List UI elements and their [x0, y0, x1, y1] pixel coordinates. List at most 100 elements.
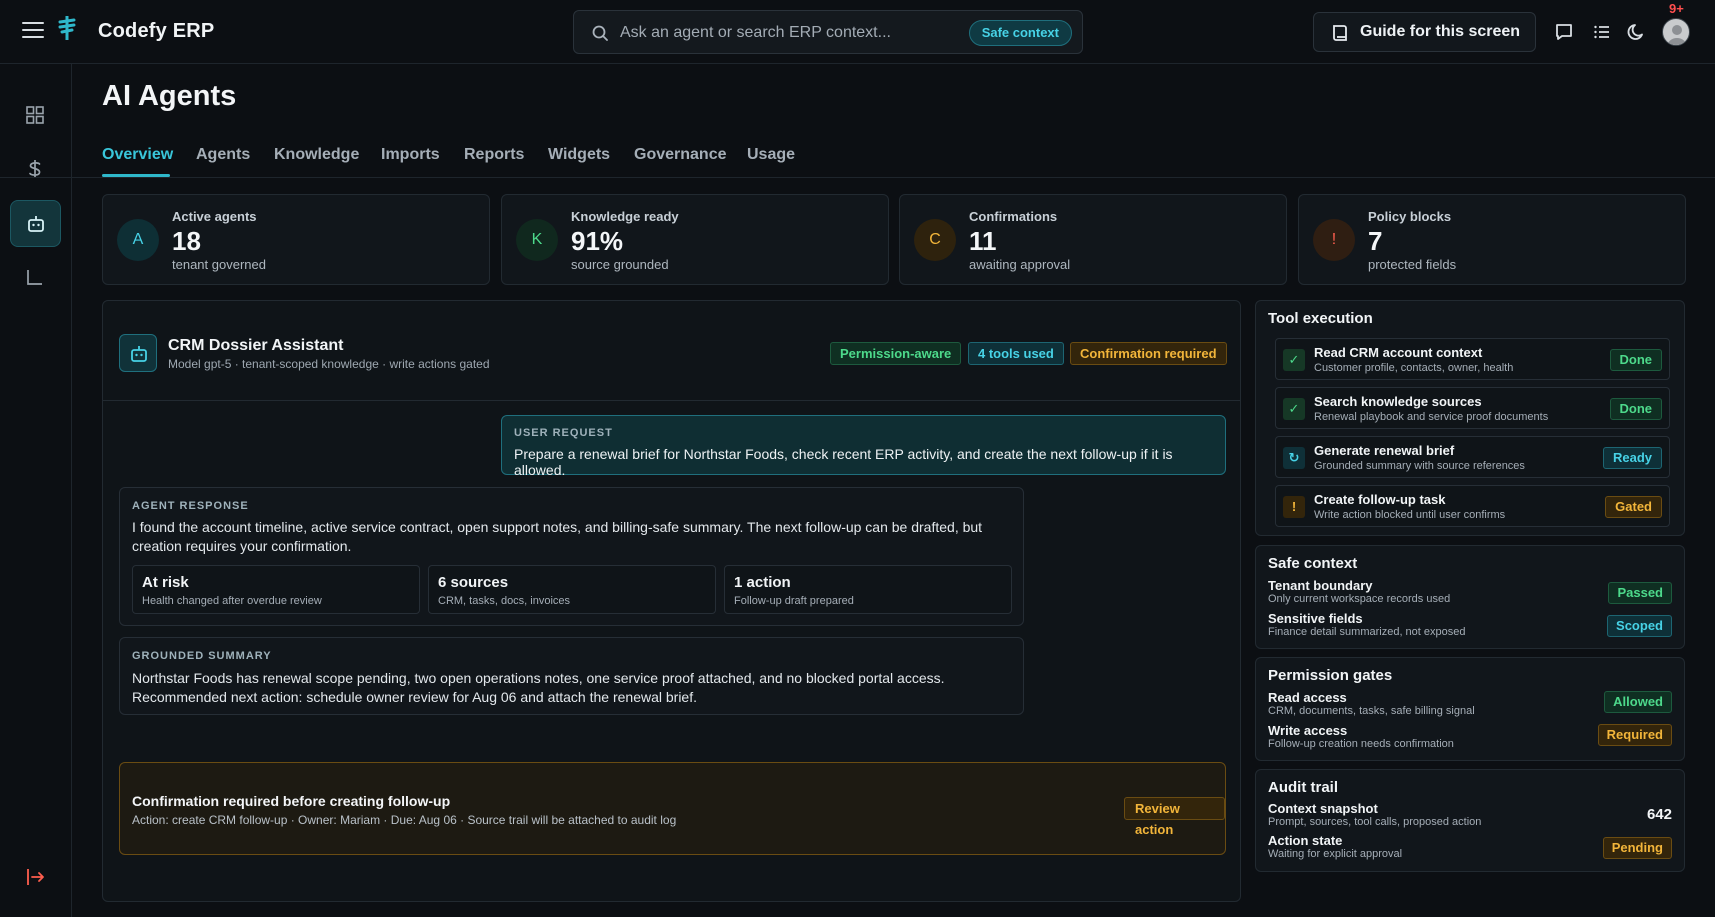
logo-icon [58, 16, 76, 40]
permission-aware-badge: Permission-aware [830, 342, 962, 365]
tool-sub: Write action blocked until user confirms [1314, 509, 1506, 521]
confirmation-required-badge: Confirmation required [1070, 342, 1227, 365]
metric-sub: CRM, tasks, docs, invoices [438, 595, 571, 607]
chart-axis-icon [27, 270, 42, 285]
assistant-subtitle: Model gpt-5 · tenant-scoped knowledge · … [168, 357, 490, 371]
grounded-summary-text: Northstar Foods has renewal scope pendin… [132, 670, 945, 705]
stat-label: Knowledge ready [571, 209, 679, 224]
tab-knowledge[interactable]: Knowledge [274, 146, 359, 164]
tab-usage[interactable]: Usage [747, 146, 795, 164]
logout-icon [27, 869, 44, 885]
assistant-header: CRM Dossier Assistant Model gpt-5 · tena… [103, 301, 1240, 401]
stat-sub: awaiting approval [969, 257, 1071, 272]
allowed-badge: Allowed [1604, 691, 1672, 713]
tool-item[interactable]: ! Create follow-up task Write action blo… [1275, 485, 1670, 527]
user-request-text: Prepare a renewal brief for Northstar Fo… [514, 446, 1173, 478]
tool-status-badge: Done [1609, 349, 1662, 371]
agent-response-text: I found the account timeline, active ser… [132, 519, 983, 554]
bot-icon [28, 216, 44, 232]
safe-context-card: Safe context Tenant boundary Only curren… [1255, 545, 1685, 649]
rail-item-ai-agents[interactable] [10, 200, 61, 247]
grounded-summary-label: GROUNDED SUMMARY [132, 650, 272, 662]
stat-value: 11 [969, 226, 997, 256]
brand-name[interactable]: Codefy ERP [98, 20, 214, 43]
page-title: AI Agents [102, 80, 237, 112]
tab-overview[interactable]: Overview [102, 146, 173, 164]
top-bar: Codefy ERP Ask an agent or search ERP co… [0, 0, 1715, 64]
search-icon [592, 25, 608, 41]
tool-execution-title: Tool execution [1268, 310, 1373, 327]
permission-row-sub: CRM, documents, tasks, safe billing sign… [1268, 705, 1475, 717]
tab-bar: Overview Agents Knowledge Imports Report… [0, 130, 1715, 178]
stat-initial: K [516, 219, 558, 261]
safe-context-row-sub: Finance detail summarized, not exposed [1268, 626, 1466, 638]
stat-initial: C [914, 219, 956, 261]
audit-row-sub: Waiting for explicit approval [1268, 848, 1403, 860]
confirmation-detail: Action: create CRM follow-up · Owner: Ma… [132, 813, 677, 827]
metric-sub: Health changed after overdue review [142, 595, 322, 607]
permission-gates-title: Permission gates [1268, 667, 1393, 684]
logout-button[interactable] [10, 854, 61, 901]
guide-button[interactable]: Guide for this screen [1313, 12, 1536, 52]
tool-title: Create follow-up task [1314, 492, 1446, 507]
safe-context-row-title: Tenant boundary [1268, 578, 1373, 593]
tool-sub: Customer profile, contacts, owner, healt… [1314, 362, 1514, 374]
stat-label: Confirmations [969, 209, 1058, 224]
audit-trail-title: Audit trail [1268, 779, 1338, 796]
audit-row-sub: Prompt, sources, tool calls, proposed ac… [1268, 816, 1482, 828]
agent-response-label: AGENT RESPONSE [132, 500, 249, 512]
check-icon: ✓ [1283, 349, 1305, 371]
bot-icon [131, 346, 147, 362]
permission-row-title: Write access [1268, 723, 1348, 738]
passed-badge: Passed [1608, 582, 1672, 604]
stat-card-active-agents: A Active agents 18 tenant governed [102, 194, 490, 285]
tool-title: Generate renewal brief [1314, 443, 1455, 458]
review-action-button[interactable]: Review action [1124, 797, 1225, 837]
assistant-avatar [119, 334, 157, 372]
stat-card-confirmations: C Confirmations 11 awaiting approval [899, 194, 1287, 285]
grounded-summary-card: GROUNDED SUMMARY Northstar Foods has ren… [119, 637, 1024, 715]
permission-row-title: Read access [1268, 690, 1347, 705]
stat-initial: A [117, 219, 159, 261]
tab-governance[interactable]: Governance [634, 146, 726, 164]
tab-reports[interactable]: Reports [464, 146, 524, 164]
notification-badge[interactable]: 9+ [1669, 1, 1684, 16]
stat-sub: tenant governed [172, 257, 266, 272]
avatar[interactable] [1662, 18, 1690, 46]
metric-card: 1 action Follow-up draft prepared [724, 565, 1012, 614]
safe-context-row-sub: Only current workspace records used [1268, 593, 1451, 605]
guide-button-label: Guide for this screen [1360, 23, 1521, 40]
moon-icon[interactable] [1627, 22, 1647, 42]
tab-widgets[interactable]: Widgets [548, 146, 610, 164]
search-input[interactable]: Ask an agent or search ERP context... [620, 24, 891, 42]
metric-card: 6 sources CRM, tasks, docs, invoices [428, 565, 716, 614]
pending-badge: Pending [1602, 837, 1672, 859]
user-request-label: USER REQUEST [514, 427, 613, 439]
tools-used-badge: 4 tools used [968, 342, 1064, 365]
tool-execution-card: Tool execution ✓ Read CRM account contex… [1255, 300, 1685, 536]
permission-gates-card: Permission gates Read access CRM, docume… [1255, 657, 1685, 761]
stat-sub: source grounded [571, 257, 669, 272]
scoped-badge: Scoped [1607, 615, 1672, 637]
tab-imports[interactable]: Imports [381, 146, 440, 164]
tool-item[interactable]: ✓ Search knowledge sources Renewal playb… [1275, 387, 1670, 429]
stat-sub: protected fields [1368, 257, 1457, 272]
tool-title: Read CRM account context [1314, 345, 1483, 360]
warning-icon: ! [1283, 496, 1305, 518]
search-bar[interactable]: Ask an agent or search ERP context... Sa… [573, 10, 1083, 54]
safe-context-row-title: Sensitive fields [1268, 611, 1363, 626]
metric-card: At risk Health changed after overdue rev… [132, 565, 420, 614]
rail-item-reports[interactable] [10, 254, 61, 301]
tool-item[interactable]: ↻ Generate renewal brief Grounded summar… [1275, 436, 1670, 478]
menu-icon[interactable] [22, 22, 44, 42]
tool-item[interactable]: ✓ Read CRM account context Customer prof… [1275, 338, 1670, 380]
list-icon[interactable] [1592, 22, 1612, 42]
assistant-panel: CRM Dossier Assistant Model gpt-5 · tena… [102, 300, 1241, 902]
confirmation-banner: Confirmation required before creating fo… [119, 762, 1226, 855]
metric-value: 1 action [734, 574, 791, 591]
context-snapshot-count: 642 [1646, 806, 1672, 823]
safe-context-pill[interactable]: Safe context [968, 20, 1072, 46]
chat-icon[interactable] [1554, 22, 1574, 42]
safe-context-title: Safe context [1268, 555, 1358, 572]
tab-agents[interactable]: Agents [196, 146, 250, 164]
